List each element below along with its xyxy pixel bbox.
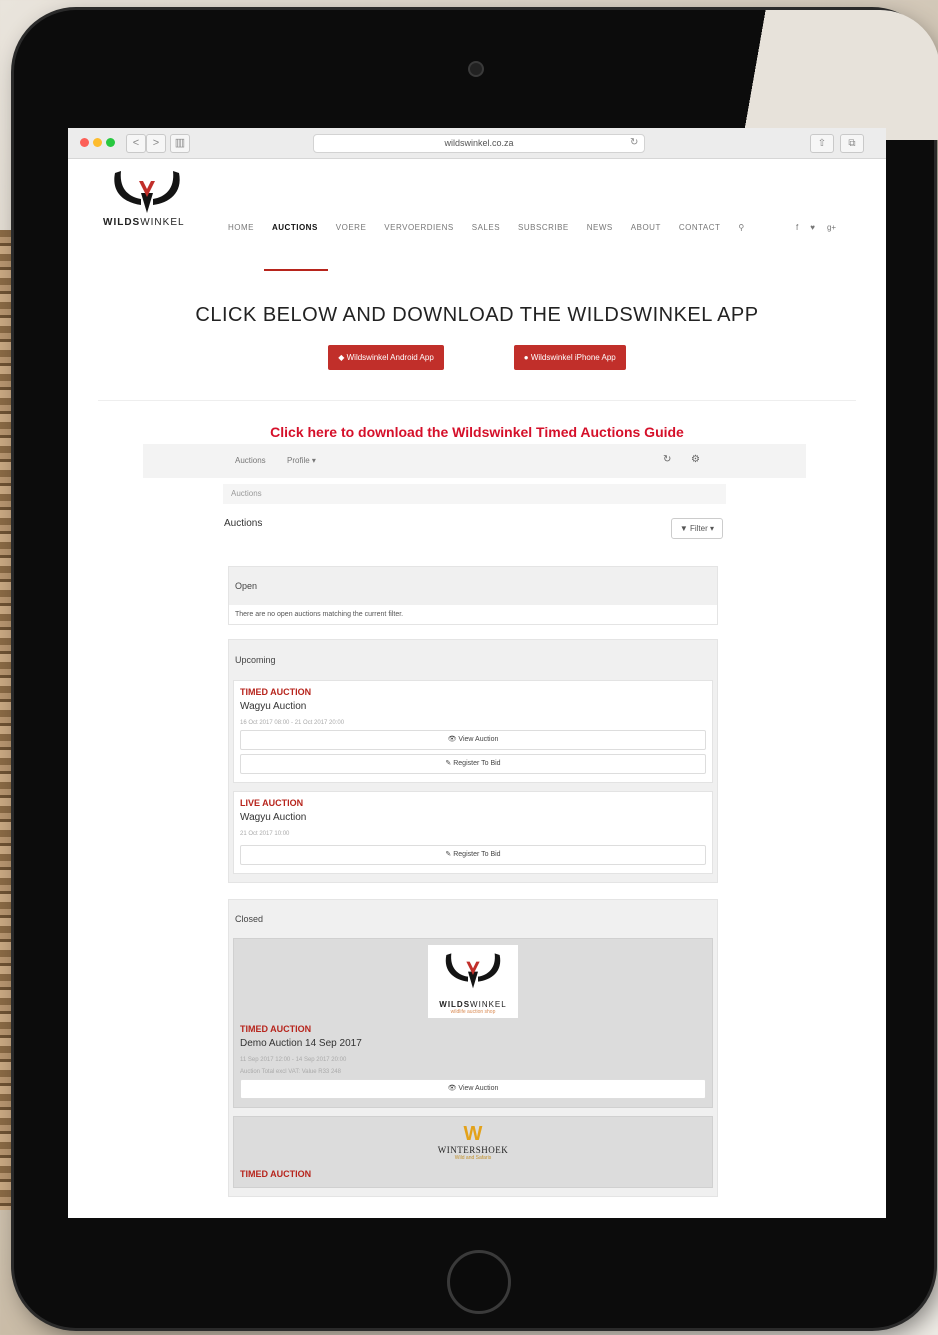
filter-dropdown[interactable]: ▼ Filter ▾ bbox=[670, 518, 723, 539]
auction-title[interactable]: Wagyu Auction bbox=[240, 812, 706, 823]
close-window-button[interactable] bbox=[80, 138, 89, 147]
auction-toolbar: Auctions Profile ▾ ↻ ⚙ bbox=[143, 444, 806, 478]
thumbnail-subtitle: Wild and Safaris bbox=[454, 1155, 492, 1161]
auction-title[interactable]: Wagyu Auction bbox=[240, 701, 706, 712]
auction-type: TIMED AUCTION bbox=[240, 1024, 312, 1034]
empty-message: There are no open auctions matching the … bbox=[235, 611, 404, 618]
register-to-bid-button[interactable]: ✎ Register To Bid bbox=[240, 754, 706, 774]
view-auction-button[interactable]: 👁 View Auction bbox=[240, 730, 706, 750]
menu-item-about[interactable]: ABOUT bbox=[631, 223, 661, 232]
camera-icon bbox=[470, 63, 482, 75]
social-links: f ♥ g+ bbox=[796, 223, 836, 232]
auction-thumbnail[interactable]: W WINTERSHOEK Wild and Safaris bbox=[240, 1123, 706, 1161]
android-app-button[interactable]: ◆ Wildswinkel Android App bbox=[328, 345, 444, 370]
thumbnail-logo-text: WINTERSHOEK bbox=[437, 1145, 509, 1155]
panel-heading: Open bbox=[229, 567, 717, 605]
auction-dates: 16 Oct 2017 08:00 - 21 Oct 2017 20:00 bbox=[240, 720, 345, 726]
menu-item-auctions[interactable]: AUCTIONS bbox=[272, 223, 318, 232]
horns-logo-icon bbox=[114, 171, 180, 213]
auction-total: Auction Total excl VAT: Value R33 248 bbox=[240, 1069, 341, 1075]
menu-item-news[interactable]: NEWS bbox=[587, 223, 613, 232]
page-title: Auctions bbox=[224, 518, 263, 529]
tablet-screen: < > ▥ wildswinkel.co.za ↻ ⇧ ⧉ WILDSWINKE… bbox=[68, 128, 886, 1218]
auction-thumbnail[interactable]: WILDSWINKEL wildlife auction shop bbox=[428, 945, 518, 1018]
thumbnail-logo-text: WILDSWINKEL bbox=[439, 1000, 507, 1009]
auction-dates: 21 Oct 2017 10:00 bbox=[240, 831, 290, 837]
menu-item-home[interactable]: HOME bbox=[228, 223, 254, 232]
horns-logo-icon bbox=[445, 953, 501, 989]
share-icon[interactable]: ⇧ bbox=[810, 134, 834, 153]
auction-card: W WINTERSHOEK Wild and Safaris TIMED AUC… bbox=[233, 1116, 713, 1188]
auction-type: TIMED AUCTION bbox=[240, 1169, 312, 1179]
forward-icon[interactable]: > bbox=[146, 134, 166, 153]
active-menu-indicator bbox=[264, 269, 328, 271]
iphone-app-button[interactable]: ● Wildswinkel iPhone App bbox=[513, 345, 626, 370]
register-to-bid-button[interactable]: ✎ Register To Bid bbox=[240, 845, 706, 865]
open-auctions-panel: Open There are no open auctions matching… bbox=[228, 566, 718, 625]
view-auction-button[interactable]: 👁 View Auction bbox=[240, 1079, 706, 1099]
reload-icon[interactable]: ↻ bbox=[630, 134, 638, 151]
auction-title[interactable]: Demo Auction 14 Sep 2017 bbox=[240, 1038, 706, 1049]
auction-type: LIVE AUCTION bbox=[240, 798, 304, 808]
app-buttons: ◆ Wildswinkel Android App ● Wildswinkel … bbox=[68, 345, 886, 370]
auctions-guide-link[interactable]: Click here to download the Wildswinkel T… bbox=[68, 424, 886, 440]
minimize-window-button[interactable] bbox=[93, 138, 102, 147]
menu-item-subscribe[interactable]: SUBSCRIBE bbox=[518, 223, 569, 232]
google-plus-icon[interactable]: g+ bbox=[827, 223, 836, 232]
home-button[interactable] bbox=[447, 1250, 511, 1314]
logo-text: WILDSWINKEL bbox=[103, 217, 185, 228]
menu-item-voere[interactable]: VOERE bbox=[336, 223, 367, 232]
search-icon[interactable]: ⚲ bbox=[738, 223, 744, 232]
auction-card: LIVE AUCTION Wagyu Auction 21 Oct 2017 1… bbox=[233, 791, 713, 874]
tabs-icon[interactable]: ⧉ bbox=[840, 134, 864, 153]
settings-icon[interactable]: ⚙ bbox=[691, 454, 700, 465]
main-menu: HOME AUCTIONS VOERE VERVOERDIENS SALES S… bbox=[228, 223, 745, 232]
toolbar-profile-dropdown[interactable]: Profile ▾ bbox=[287, 456, 316, 465]
wintershoek-logo-icon: W bbox=[463, 1123, 483, 1145]
menu-item-contact[interactable]: CONTACT bbox=[679, 223, 721, 232]
breadcrumb[interactable]: Auctions bbox=[223, 484, 726, 504]
tablet-glare bbox=[710, 10, 938, 140]
toolbar-auctions-link[interactable]: Auctions bbox=[235, 456, 266, 465]
panel-heading: Upcoming bbox=[229, 640, 717, 680]
address-bar[interactable]: wildswinkel.co.za bbox=[313, 134, 645, 153]
section-divider bbox=[98, 400, 856, 401]
browser-toolbar: < > ▥ wildswinkel.co.za ↻ ⇧ ⧉ bbox=[68, 128, 886, 159]
back-icon[interactable]: < bbox=[126, 134, 146, 153]
panel-heading: Closed bbox=[229, 900, 717, 938]
menu-item-vervoerdiens[interactable]: VERVOERDIENS bbox=[384, 223, 453, 232]
auction-card: WILDSWINKEL wildlife auction shop TIMED … bbox=[233, 938, 713, 1108]
twitter-icon[interactable]: ♥ bbox=[810, 223, 815, 232]
refresh-icon[interactable]: ↻ bbox=[663, 454, 671, 465]
closed-auctions-panel: Closed WILDSWINKEL wildlife auction shop… bbox=[228, 899, 718, 1197]
upcoming-auctions-panel: Upcoming TIMED AUCTION Wagyu Auction 16 … bbox=[228, 639, 718, 883]
auction-type: TIMED AUCTION bbox=[240, 687, 312, 697]
auction-dates: 11 Sep 2017 12:00 - 14 Sep 2017 20:00 bbox=[240, 1057, 347, 1063]
wildswinkel-logo[interactable]: WILDSWINKEL bbox=[103, 167, 185, 228]
auction-card: TIMED AUCTION Wagyu Auction 16 Oct 2017 … bbox=[233, 680, 713, 783]
sidebar-icon[interactable]: ▥ bbox=[170, 134, 190, 153]
menu-item-sales[interactable]: SALES bbox=[472, 223, 500, 232]
site-header: WILDSWINKEL HOME AUCTIONS VOERE VERVOERD… bbox=[68, 159, 886, 271]
app-download-heading: CLICK BELOW AND DOWNLOAD THE WILDSWINKEL… bbox=[195, 304, 759, 326]
thumbnail-subtitle: wildlife auction shop bbox=[450, 1009, 496, 1015]
facebook-icon[interactable]: f bbox=[796, 223, 798, 232]
maximize-window-button[interactable] bbox=[106, 138, 115, 147]
